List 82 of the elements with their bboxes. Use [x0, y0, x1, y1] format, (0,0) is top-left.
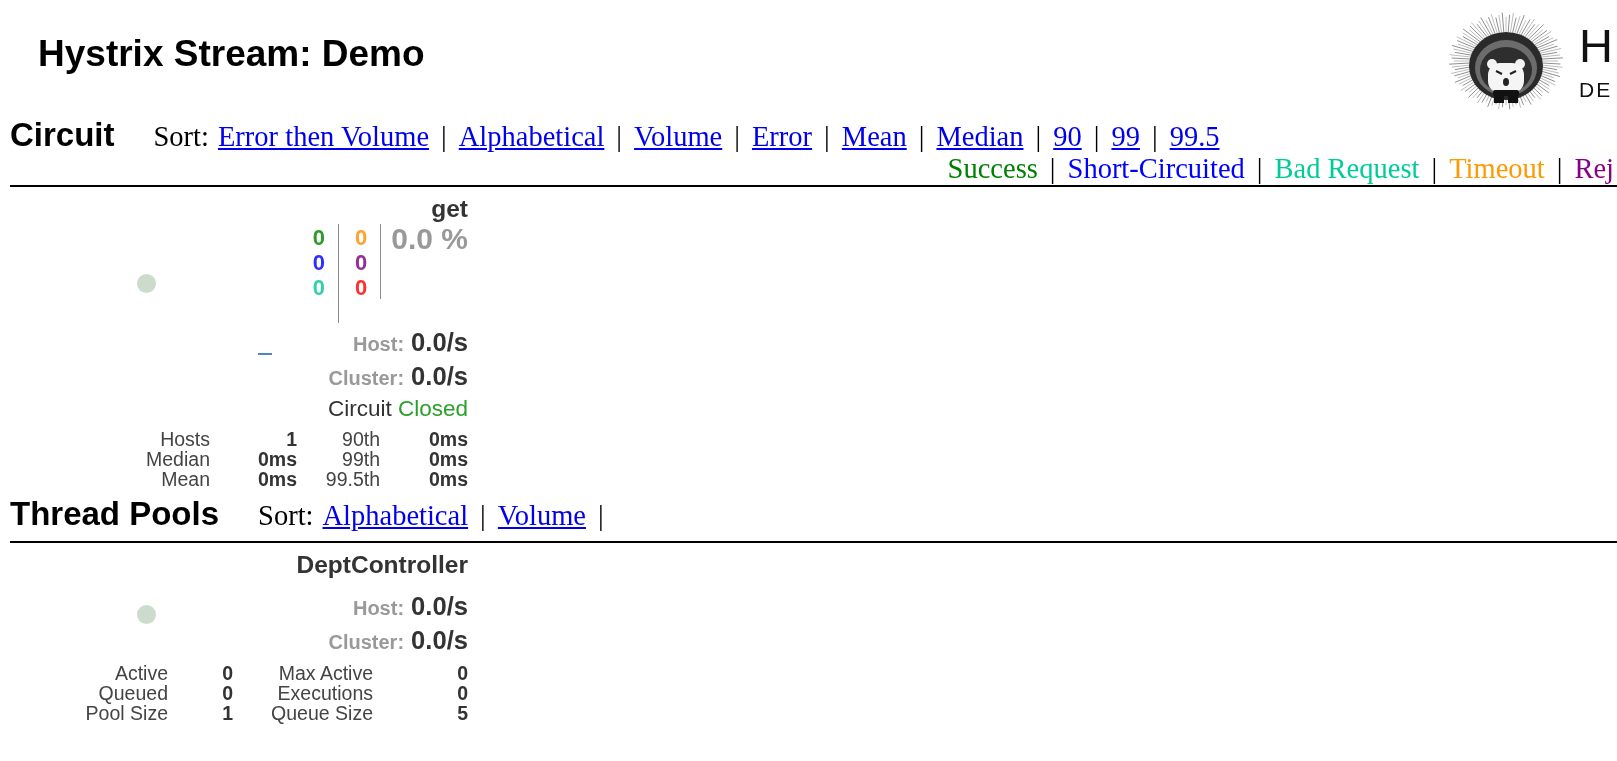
rate-label: Host:	[352, 595, 405, 621]
stat-value: 5	[457, 703, 468, 723]
legend-label: Success	[947, 154, 1038, 184]
separator: |	[1034, 120, 1043, 154]
sort-link[interactable]: Volume	[634, 118, 723, 156]
separator: |	[733, 120, 741, 154]
separator: |	[440, 120, 448, 154]
stat-value: 0ms	[257, 449, 297, 469]
sort-link[interactable]: Error	[751, 118, 813, 156]
count-value: 0	[355, 250, 368, 275]
sort-link[interactable]: Alphabetical	[322, 497, 469, 535]
sort-label: Sort:	[258, 499, 314, 533]
separator: |	[615, 120, 624, 154]
separator: |	[1150, 120, 1159, 154]
stat-value: 0	[222, 663, 233, 683]
stat-value: 0	[457, 663, 468, 683]
rate-label: Host:	[352, 332, 405, 357]
error-rate: 0.0 %	[391, 224, 468, 254]
stat-label: Mean	[161, 469, 210, 489]
sort-link[interactable]: Mean	[841, 118, 907, 156]
stat-value: 0	[457, 683, 468, 703]
sort-link[interactable]: Alphabetical	[458, 118, 605, 156]
rate-value: 0.0/s	[411, 361, 468, 392]
circuit-name: get	[431, 194, 468, 223]
separator: |	[479, 499, 487, 533]
health-circle	[137, 604, 156, 624]
separator: |	[1555, 154, 1564, 184]
rate-value: 0.0/s	[411, 590, 468, 622]
stat-label: 99.5th	[325, 469, 380, 489]
rate-value: 0.0/s	[411, 327, 468, 358]
stat-value: 0ms	[428, 449, 468, 469]
section-heading: Thread Pools	[10, 495, 220, 533]
pool-name: DeptController	[296, 550, 468, 579]
health-circle	[137, 274, 156, 293]
stat-label: Max Active	[278, 663, 373, 683]
count-value: 0	[355, 225, 368, 250]
sort-link[interactable]: 90	[1053, 118, 1082, 156]
stat-label: 90th	[342, 429, 380, 449]
separator: |	[917, 120, 926, 154]
separator: |	[596, 499, 605, 533]
separator: |	[1048, 154, 1057, 184]
legend-label: Short-Circuited	[1067, 154, 1245, 184]
stat-value: 0ms	[428, 429, 468, 449]
rate-label: Cluster:	[328, 366, 405, 391]
stat-label: Hosts	[160, 429, 210, 449]
logo-title: H	[1579, 21, 1613, 71]
count-value: 0	[312, 250, 326, 275]
legend-label: Rej	[1574, 154, 1614, 184]
sort-link[interactable]: Median	[936, 118, 1024, 156]
separator: |	[1092, 120, 1101, 154]
page-title: Hystrix Stream: Demo	[38, 32, 425, 76]
sort-link[interactable]: Volume	[497, 497, 586, 535]
logo-subtitle: DE	[1579, 79, 1613, 101]
separator: |	[1255, 154, 1264, 184]
separator: |	[1430, 154, 1439, 184]
stat-value: 1	[222, 703, 233, 723]
legend-label: Bad Request	[1274, 154, 1420, 184]
count-value: 0	[355, 275, 368, 300]
legend-label: Timeout	[1449, 154, 1545, 184]
sort-label: Sort:	[153, 120, 209, 154]
stat-value: 0	[222, 683, 233, 703]
section-heading: Circuit	[10, 116, 115, 154]
sort-link[interactable]: Error then Volume	[217, 118, 430, 156]
sort-link[interactable]: 99	[1111, 118, 1140, 156]
separator: |	[823, 120, 831, 154]
stat-label: Pool Size	[85, 703, 168, 723]
rate-value: 0.0/s	[411, 624, 468, 656]
stat-value: 1	[286, 429, 297, 449]
rate-label: Cluster:	[328, 629, 405, 655]
stat-label: 99th	[342, 449, 380, 469]
count-value: 0	[312, 225, 326, 250]
stat-label: Executions	[277, 683, 373, 703]
stat-label: Queue Size	[271, 703, 373, 723]
stat-label: Active	[114, 663, 168, 683]
stat-value: 0ms	[428, 469, 468, 489]
stat-value: 0ms	[257, 469, 297, 489]
sort-link[interactable]: 99.5	[1169, 118, 1220, 156]
stat-label: Queued	[98, 683, 168, 703]
rate-sparkline	[258, 352, 272, 355]
count-value: 0	[312, 275, 326, 300]
circuit-status: Circuit Closed	[327, 395, 468, 423]
stat-label: Median	[146, 449, 210, 469]
